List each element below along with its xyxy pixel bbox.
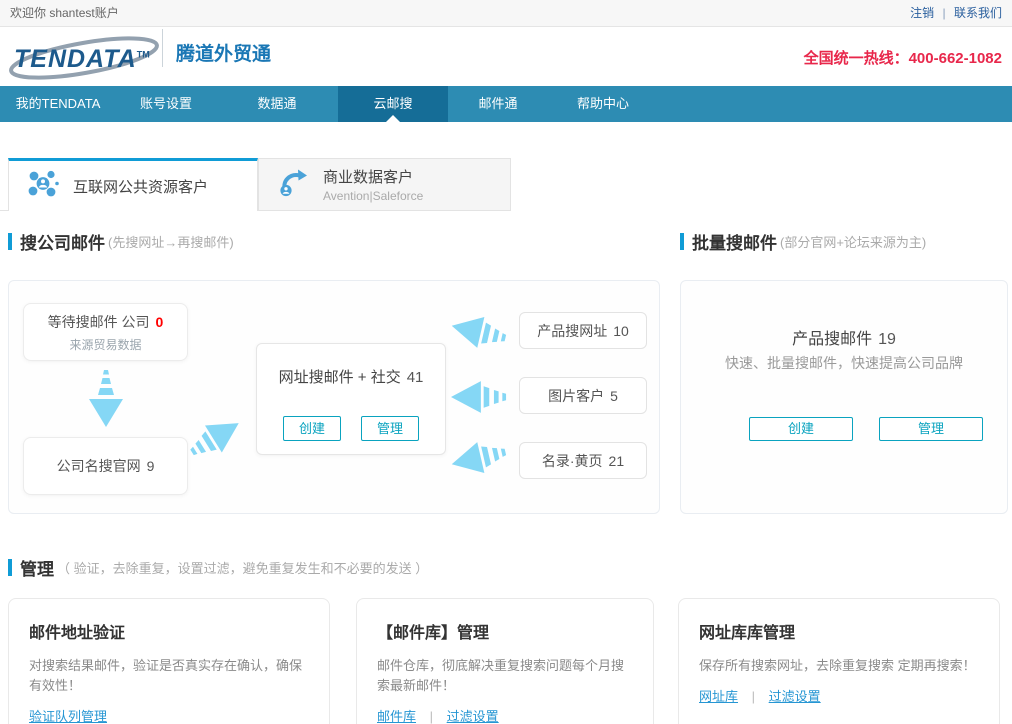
tab-business-data-customers[interactable]: 商业数据客户 Avention|Saleforce [258,158,511,211]
hotline-number: 全国统一热线：400-662-1082 [804,47,1002,68]
nav-item-data-tong[interactable]: 数据通 [216,86,338,122]
share-person-icon [277,166,309,203]
section-accent-bar [680,233,684,250]
create-button[interactable]: 创建 [749,417,853,441]
filter-settings-link[interactable]: 过滤设置 [447,709,499,724]
card-body: 保存所有搜索网址，去除重复搜索 定期再搜索！ [699,656,979,676]
link-separator: | [752,689,755,704]
section-title: 搜公司邮件 [20,229,105,254]
network-users-icon [27,168,59,205]
section-hint: (先搜网址→再搜邮件) [108,232,234,251]
product-name: 腾道外贸通 [176,39,271,66]
image-customers-count: 5 [610,388,618,404]
product-search-url-box[interactable]: 产品搜网址 10 [519,312,647,349]
nav-item-cloud-mail-search[interactable]: 云邮搜 [338,86,448,122]
batch-search-email-panel: 产品搜邮件 19 快速、批量搜邮件，快速提高公司品牌 创建 管理 [680,280,1008,514]
directory-yellow-pages-box[interactable]: 名录·黄页 21 [519,442,647,479]
image-customers-label: 图片客户 [548,386,604,406]
search-company-email-panel: 等待搜邮件 公司 0 来源贸易数据 公司名搜官网 9 [8,280,660,514]
create-button[interactable]: 创建 [283,416,341,441]
flow-arrow-left-icon [448,435,510,481]
url-library-link[interactable]: 网址库 [699,689,738,704]
logo-divider [162,29,163,67]
tab-sublabel: Avention|Saleforce [323,189,423,203]
url-search-email-label: 网址搜邮件 + 社交 [279,369,401,386]
welcome-text: 欢迎你 shantest账户 [10,0,119,26]
waiting-companies-box[interactable]: 等待搜邮件 公司 0 来源贸易数据 [23,303,188,361]
nav-item-my-tendata[interactable]: 我的TENDATA [0,86,116,122]
waiting-companies-label: 等待搜邮件 公司 [48,314,150,330]
card-title: 邮件地址验证 [29,619,309,643]
verification-queue-management-link[interactable]: 验证队列管理 [29,709,107,724]
tab-label: 商业数据客户 [323,166,423,187]
logo-tm: TM [137,50,150,60]
flow-arrow-diagonal-icon [182,409,248,468]
section-accent-bar [8,559,12,576]
manage-button[interactable]: 管理 [361,416,419,441]
filter-settings-link[interactable]: 过滤设置 [769,689,821,704]
card-title: 网址库库管理 [699,619,979,643]
company-name-search-label: 公司名搜官网 [57,458,141,474]
tab-label: 互联网公共资源客户 [73,176,208,197]
link-separator: | [430,709,433,724]
email-address-verification-card: 邮件地址验证 对搜索结果邮件，验证是否真实存在确认，确保有效性！ 验证队列管理 [8,598,330,724]
section-accent-bar [8,233,12,250]
section-hint: (部分官网+论坛来源为主) [780,232,926,251]
directory-yellow-pages-count: 21 [609,453,625,469]
brand-header: TENDATATM 腾道外贸通 全国统一热线：400-662-1082 [0,27,1012,86]
company-name-search-box[interactable]: 公司名搜官网 9 [23,437,188,495]
section-title: 管理 [20,555,54,580]
nav-item-mail-tong[interactable]: 邮件通 [448,86,548,122]
top-links-separator: | [943,6,946,20]
flow-arrow-down-icon [89,369,123,427]
product-search-url-label: 产品搜网址 [537,321,607,341]
logo-wordmark: TENDATATM [14,45,150,74]
email-library-management-card: 【邮件库】管理 邮件仓库，彻底解决重复搜索问题每个月搜索最新邮件！ 邮件库 | … [356,598,654,724]
tab-internet-public-resource-customers[interactable]: 互联网公共资源客户 [8,158,258,211]
section-title: 批量搜邮件 [692,229,777,254]
url-library-management-card: 网址库库管理 保存所有搜索网址，去除重复搜索 定期再搜索！ 网址库 | 过滤设置 [678,598,1000,724]
manage-button[interactable]: 管理 [879,417,983,441]
product-search-email-count: 19 [878,331,896,348]
card-body: 邮件仓库，彻底解决重复搜索问题每个月搜索最新邮件！ [377,656,633,696]
section-header-batch-search-email: 批量搜邮件 (部分官网+论坛来源为主) [680,230,926,252]
product-search-url-count: 10 [613,323,629,339]
card-body: 对搜索结果邮件，验证是否真实存在确认，确保有效性！ [29,656,309,696]
page: 欢迎你 shantest账户 注销 | 联系我们 TENDATATM 腾道外贸通… [0,0,1012,724]
directory-yellow-pages-label: 名录·黄页 [542,451,603,471]
waiting-companies-source: 来源贸易数据 [69,336,141,353]
waiting-companies-count: 0 [156,314,164,330]
main-nav: 我的TENDATA 账号设置 数据通 云邮搜 邮件通 帮助中心 [0,86,1012,122]
image-customers-box[interactable]: 图片客户 5 [519,377,647,414]
contact-us-link[interactable]: 联系我们 [954,6,1002,20]
product-search-email-label: 产品搜邮件 [792,331,872,348]
section-header-search-company-email: 搜公司邮件 (先搜网址→再搜邮件) [8,230,234,252]
email-library-link[interactable]: 邮件库 [377,709,416,724]
url-search-email-count: 41 [407,369,424,386]
batch-panel-description: 快速、批量搜邮件，快速提高公司品牌 [681,353,1007,373]
logout-link[interactable]: 注销 [910,6,934,20]
card-title: 【邮件库】管理 [377,619,633,643]
nav-item-help-center[interactable]: 帮助中心 [548,86,658,122]
company-name-search-count: 9 [147,458,155,474]
url-search-email-card: 网址搜邮件 + 社交 41 创建 管理 [256,343,446,455]
section-header-manage: 管理 （ 验证，去除重复，设置过滤，避免重复发生和不必要的发送 ） [8,556,428,578]
top-links: 注销 | 联系我们 [910,0,1002,26]
flow-arrow-left-icon [451,380,507,414]
top-utility-bar: 欢迎你 shantest账户 注销 | 联系我们 [0,0,1012,27]
flow-arrow-left-icon [448,309,510,355]
nav-item-account-settings[interactable]: 账号设置 [116,86,216,122]
section-hint: （ 验证，去除重复，设置过滤，避免重复发生和不必要的发送 ） [57,558,428,577]
